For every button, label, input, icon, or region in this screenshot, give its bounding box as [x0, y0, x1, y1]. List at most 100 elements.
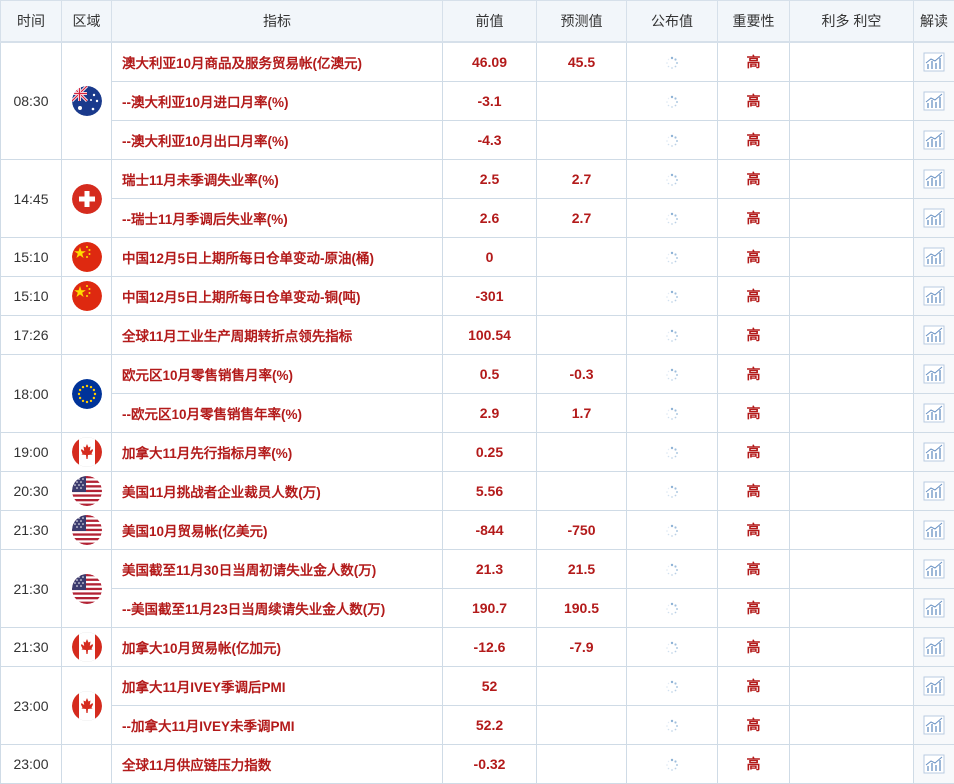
analysis-cell[interactable]: [914, 121, 954, 160]
previous-value: 0: [443, 238, 537, 277]
indicator-link[interactable]: 美国11月挑战者企业裁员人数(万): [112, 472, 443, 511]
chart-icon[interactable]: [923, 364, 945, 384]
impact-cell: [790, 628, 914, 667]
forecast-value: [537, 433, 627, 472]
chart-icon[interactable]: [923, 325, 945, 345]
region-cell: [62, 42, 112, 160]
indicator-link[interactable]: 全球11月工业生产周期转折点领先指标: [112, 316, 443, 355]
table-row: 15:10中国12月5日上期所每日仓单变动-原油(桶)0高: [1, 238, 954, 277]
time-cell: 21:30: [1, 628, 62, 667]
indicator-link[interactable]: 加拿大11月先行指标月率(%): [112, 433, 443, 472]
chart-icon[interactable]: [923, 130, 945, 150]
indicator-link[interactable]: 澳大利亚10月商品及服务贸易帐(亿澳元): [112, 42, 443, 82]
importance-value: 高: [718, 745, 790, 784]
previous-value: 46.09: [443, 42, 537, 82]
chart-icon[interactable]: [923, 715, 945, 735]
analysis-cell[interactable]: [914, 238, 954, 277]
indicator-link[interactable]: --澳大利亚10月出口月率(%): [112, 121, 443, 160]
importance-value: 高: [718, 277, 790, 316]
analysis-cell[interactable]: [914, 394, 954, 433]
indicator-link[interactable]: 加拿大10月贸易帐(亿加元): [112, 628, 443, 667]
indicator-link[interactable]: --欧元区10月零售销售年率(%): [112, 394, 443, 433]
forecast-value: [537, 277, 627, 316]
chart-icon[interactable]: [923, 559, 945, 579]
loading-spinner-icon: [665, 563, 679, 577]
analysis-cell[interactable]: [914, 277, 954, 316]
importance-value: 高: [718, 394, 790, 433]
analysis-cell[interactable]: [914, 160, 954, 199]
analysis-cell[interactable]: [914, 706, 954, 745]
importance-value: 高: [718, 667, 790, 706]
chart-icon[interactable]: [923, 442, 945, 462]
chart-icon[interactable]: [923, 247, 945, 267]
analysis-cell[interactable]: [914, 628, 954, 667]
loading-spinner-icon: [665, 485, 679, 499]
chart-icon[interactable]: [923, 286, 945, 306]
region-cell: [62, 550, 112, 628]
analysis-cell[interactable]: [914, 667, 954, 706]
analysis-cell[interactable]: [914, 472, 954, 511]
chart-icon[interactable]: [923, 169, 945, 189]
loading-spinner-icon: [665, 602, 679, 616]
analysis-cell[interactable]: [914, 82, 954, 121]
header-actual: 公布值: [627, 1, 718, 43]
chart-icon[interactable]: [923, 403, 945, 423]
analysis-cell[interactable]: [914, 199, 954, 238]
importance-value: 高: [718, 82, 790, 121]
time-cell: 23:00: [1, 745, 62, 784]
actual-value: [627, 589, 718, 628]
chart-icon[interactable]: [923, 208, 945, 228]
time-cell: 18:00: [1, 355, 62, 433]
indicator-link[interactable]: 加拿大11月IVEY季调后PMI: [112, 667, 443, 706]
importance-value: 高: [718, 160, 790, 199]
indicator-link[interactable]: 全球11月供应链压力指数: [112, 745, 443, 784]
indicator-link[interactable]: 美国10月贸易帐(亿美元): [112, 511, 443, 550]
indicator-link[interactable]: 中国12月5日上期所每日仓单变动-铜(吨): [112, 277, 443, 316]
forecast-value: 1.7: [537, 394, 627, 433]
actual-value: [627, 355, 718, 394]
time-cell: 21:30: [1, 511, 62, 550]
time-cell: 15:10: [1, 238, 62, 277]
forecast-value: [537, 472, 627, 511]
chart-icon[interactable]: [923, 91, 945, 111]
table-row: 19:00 加拿大11月先行指标月率(%)0.25 高: [1, 433, 954, 472]
analysis-cell[interactable]: [914, 433, 954, 472]
chart-icon[interactable]: [923, 754, 945, 774]
analysis-cell[interactable]: [914, 316, 954, 355]
region-cell: [62, 511, 112, 550]
analysis-cell[interactable]: [914, 355, 954, 394]
table-row: --澳大利亚10月进口月率(%)-3.1高: [1, 82, 954, 121]
chart-icon[interactable]: [923, 676, 945, 696]
indicator-link[interactable]: 中国12月5日上期所每日仓单变动-原油(桶): [112, 238, 443, 277]
analysis-cell[interactable]: [914, 589, 954, 628]
indicator-link[interactable]: 美国截至11月30日当周初请失业金人数(万): [112, 550, 443, 589]
chart-icon[interactable]: [923, 52, 945, 72]
calendar-body: 08:30澳大利亚10月商品及服务贸易帐(亿澳元)46.0945.5高--澳大利…: [1, 42, 954, 784]
indicator-link[interactable]: --瑞士11月季调后失业率(%): [112, 199, 443, 238]
time-cell: 14:45: [1, 160, 62, 238]
importance-value: 高: [718, 433, 790, 472]
analysis-cell[interactable]: [914, 511, 954, 550]
chart-icon[interactable]: [923, 637, 945, 657]
region-cell: [62, 628, 112, 667]
indicator-link[interactable]: --美国截至11月23日当周续请失业金人数(万): [112, 589, 443, 628]
chart-icon[interactable]: [923, 598, 945, 618]
header-region: 区域: [62, 1, 112, 43]
actual-value: [627, 706, 718, 745]
table-row: 21:30美国截至11月30日当周初请失业金人数(万)21.321.5高: [1, 550, 954, 589]
impact-cell: [790, 355, 914, 394]
importance-value: 高: [718, 355, 790, 394]
actual-value: [627, 394, 718, 433]
indicator-link[interactable]: 欧元区10月零售销售月率(%): [112, 355, 443, 394]
indicator-link[interactable]: 瑞士11月未季调失业率(%): [112, 160, 443, 199]
importance-value: 高: [718, 121, 790, 160]
indicator-link[interactable]: --加拿大11月IVEY未季调PMI: [112, 706, 443, 745]
previous-value: 0.25: [443, 433, 537, 472]
analysis-cell[interactable]: [914, 42, 954, 82]
time-cell: 19:00: [1, 433, 62, 472]
indicator-link[interactable]: --澳大利亚10月进口月率(%): [112, 82, 443, 121]
chart-icon[interactable]: [923, 520, 945, 540]
chart-icon[interactable]: [923, 481, 945, 501]
analysis-cell[interactable]: [914, 745, 954, 784]
analysis-cell[interactable]: [914, 550, 954, 589]
